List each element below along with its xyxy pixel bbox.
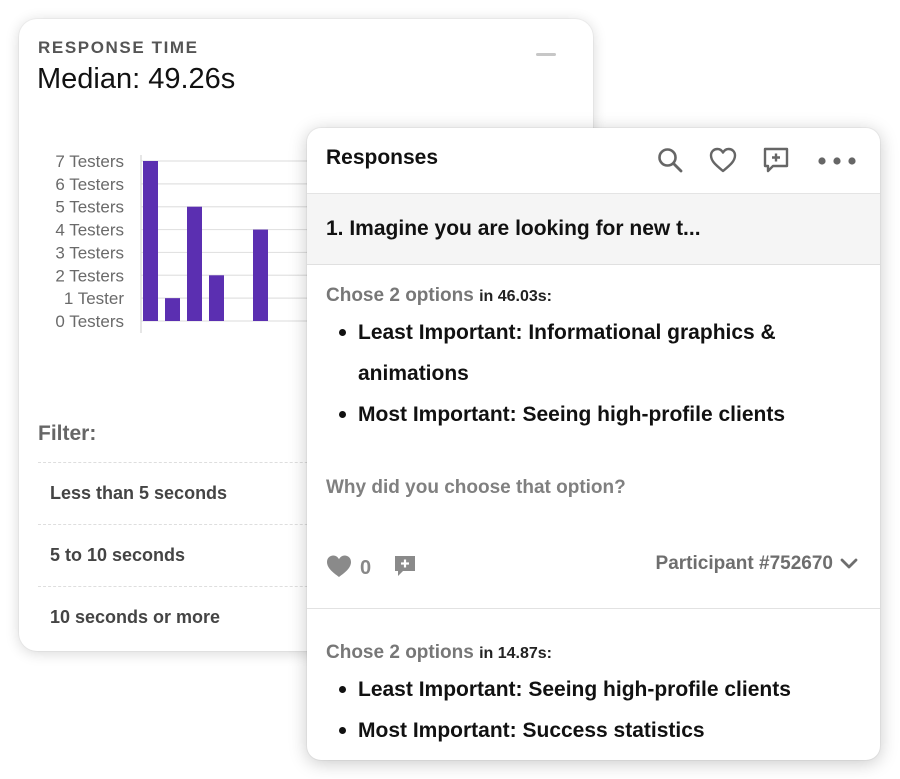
response-time-value: in 46.03s:	[479, 288, 553, 305]
participant-selector[interactable]: Participant #752670	[656, 553, 858, 575]
response-time-chart: 0 Testers 1 Tester 2 Testers 3 Testers 4 Tes…	[55, 152, 319, 333]
collapse-icon[interactable]	[536, 53, 556, 56]
choice-most-important: Most Important: Seeing high-profile clie…	[339, 394, 858, 435]
y-tick-label: 6 Testers	[55, 175, 124, 194]
response-meta: Chose 2 options in 46.03s:	[326, 285, 552, 307]
y-tick-label: 7 Testers	[55, 152, 124, 171]
response-meta: Chose 2 options in 14.87s:	[326, 642, 552, 664]
chart-bar	[253, 229, 268, 321]
response-time-title: RESPONSE TIME	[38, 38, 199, 57]
y-tick-label: 4 Testers	[55, 221, 124, 240]
responses-title: Responses	[326, 146, 439, 169]
search-icon[interactable]	[655, 145, 685, 175]
comment-icon[interactable]	[393, 554, 417, 583]
options-chosen: Chose 2 options	[326, 642, 474, 663]
response-choices: Least Important: Informational graphics …	[339, 312, 858, 435]
median-value: Median: 49.26s	[37, 63, 236, 95]
y-tick-label: 2 Testers	[55, 266, 124, 285]
question-title[interactable]: 1. Imagine you are looking for new t...	[307, 194, 880, 265]
options-chosen: Chose 2 options	[326, 285, 474, 306]
y-tick-label: 3 Testers	[55, 243, 124, 262]
response-item: Chose 2 options in 46.03s: Least Importa…	[307, 265, 880, 609]
add-comment-icon[interactable]	[761, 145, 791, 175]
filter-list: Less than 5 seconds 5 to 10 seconds 10 s…	[38, 462, 338, 648]
y-tick-label: 0 Testers	[55, 312, 124, 331]
filter-option-under-5s[interactable]: Less than 5 seconds	[38, 462, 338, 524]
responses-header: Responses	[307, 128, 880, 194]
choice-most-important: Most Important: Success statistics	[339, 710, 858, 751]
filter-label: Filter:	[38, 422, 97, 445]
choice-least-important: Least Important: Seeing high-profile cli…	[339, 669, 858, 710]
response-time-value: in 14.87s:	[479, 645, 553, 662]
response-choices: Least Important: Seeing high-profile cli…	[339, 669, 858, 751]
filter-option-10s-or-more[interactable]: 10 seconds or more	[38, 586, 338, 648]
responses-card: Responses 1. Imagine you are looking for…	[307, 128, 880, 760]
participant-id: Participant #752670	[655, 553, 833, 574]
filter-option-5-to-10s[interactable]: 5 to 10 seconds	[38, 524, 338, 586]
choice-least-important: Least Important: Informational graphics …	[339, 312, 858, 394]
followup-question: Why did you choose that option?	[326, 477, 626, 498]
chart-bar	[165, 298, 180, 321]
more-icon[interactable]	[817, 145, 856, 175]
like-icon[interactable]	[326, 554, 352, 583]
chart-bar	[187, 206, 202, 321]
like-count: 0	[360, 557, 372, 579]
chart-bar	[143, 161, 158, 321]
chart-bar	[209, 275, 224, 321]
y-tick-label: 1 Tester	[64, 289, 125, 308]
y-tick-label: 5 Testers	[55, 198, 124, 217]
response-item: Chose 2 options in 14.87s: Least Importa…	[307, 609, 880, 760]
heart-icon[interactable]	[708, 145, 738, 175]
chevron-down-icon	[840, 558, 858, 569]
reaction-row: 0	[326, 554, 417, 583]
